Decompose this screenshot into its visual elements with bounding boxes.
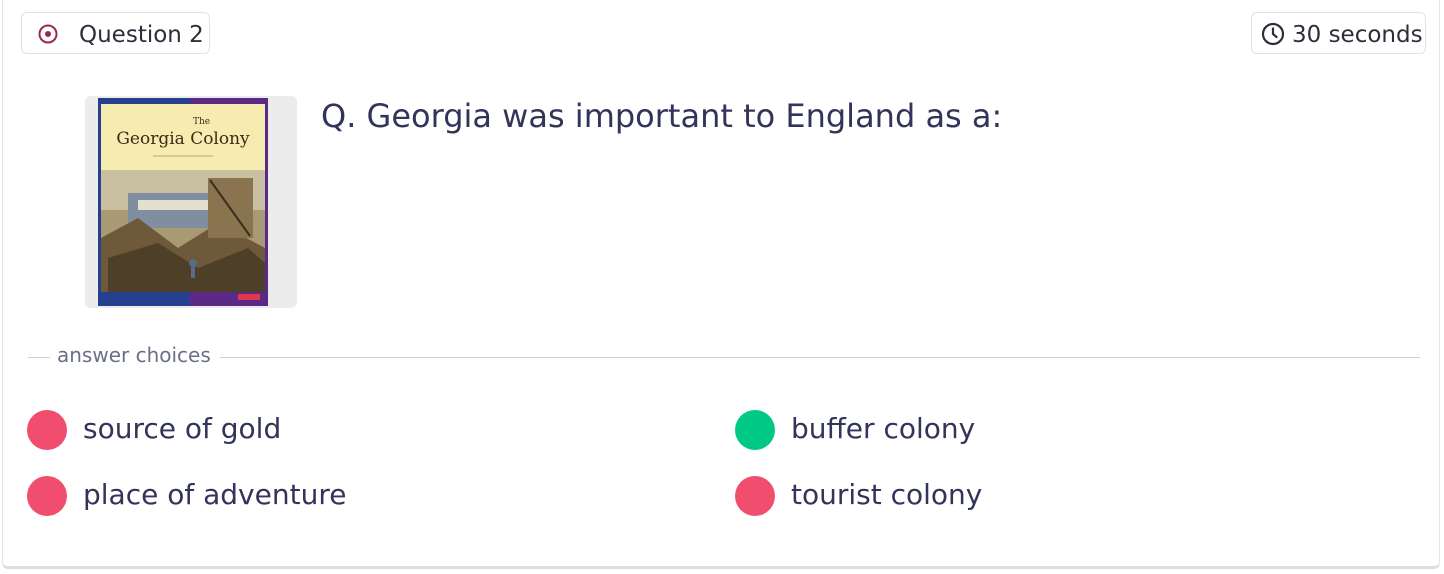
incorrect-indicator-icon — [27, 476, 67, 516]
target-icon — [38, 24, 58, 44]
question-number-label: Question 2 — [79, 22, 204, 48]
question-image[interactable]: The Georgia Colony — [85, 96, 297, 308]
question-number-badge: Question 2 — [21, 12, 210, 54]
answer-choices-divider: answer choices — [28, 343, 1420, 371]
answer-choice-label: buffer colony — [791, 412, 976, 445]
correct-indicator-icon — [735, 410, 775, 450]
cover-title: Georgia Colony — [116, 129, 250, 149]
divider-line-right — [220, 357, 1420, 358]
incorrect-indicator-icon — [27, 410, 67, 450]
book-cover-image: The Georgia Colony — [98, 98, 268, 306]
timer-badge: 30 seconds — [1251, 12, 1426, 54]
answer-choice-label: place of adventure — [83, 478, 347, 511]
clock-icon — [1261, 22, 1285, 46]
question-text: Q. Georgia was important to England as a… — [321, 97, 1003, 135]
incorrect-indicator-icon — [735, 476, 775, 516]
cover-title-small: The — [193, 117, 210, 127]
question-card: Question 2 30 seconds The Georgia Colony — [2, 0, 1440, 569]
answer-choice-label: source of gold — [83, 412, 282, 445]
answer-choices-label: answer choices — [57, 343, 211, 367]
answer-choice-label: tourist colony — [791, 478, 983, 511]
timer-label: 30 seconds — [1292, 22, 1423, 48]
divider-line-left — [28, 357, 50, 358]
